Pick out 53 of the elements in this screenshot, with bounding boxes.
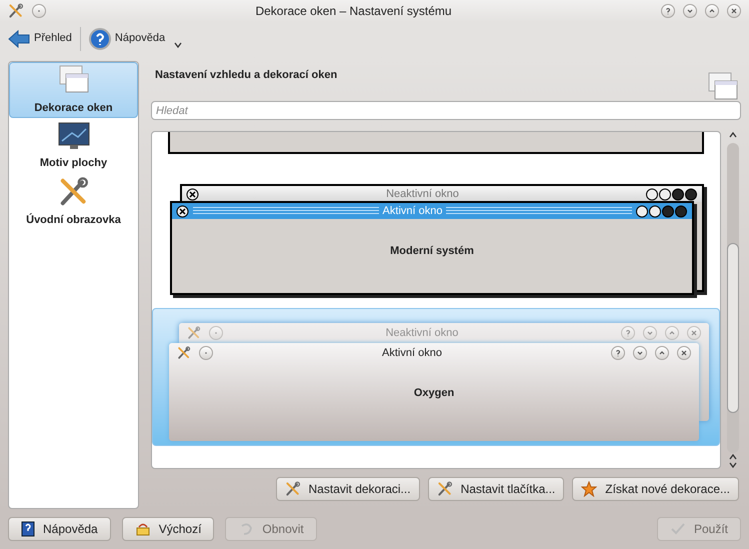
decoration-item[interactable]: Neaktivní okno Aktivní okno Moderní systém xyxy=(152,184,720,308)
help-icon[interactable] xyxy=(621,326,635,340)
close-icon[interactable] xyxy=(727,4,741,18)
tools-icon xyxy=(8,2,24,19)
button[interactable]: Získat nové dekorace... xyxy=(572,477,739,502)
title-buttons-icon xyxy=(636,204,688,218)
help-icon xyxy=(88,28,111,50)
check-icon xyxy=(670,522,686,536)
window-title: Dekorace oken – Nastavení systému xyxy=(254,2,453,20)
close-icon xyxy=(176,204,189,218)
help-book-icon xyxy=(21,521,35,538)
scrollbar[interactable] xyxy=(725,131,741,470)
minimize-icon[interactable] xyxy=(683,4,697,18)
search-field[interactable]: Hledat xyxy=(151,101,741,120)
tools-icon xyxy=(187,326,201,340)
button[interactable]: Nastavit tlačítka... xyxy=(428,477,564,502)
decoration-item[interactable]: Neaktivní okno Aktivní okno Oxygen xyxy=(152,308,720,446)
scroll-up-icon[interactable] xyxy=(728,131,738,140)
minimize-icon[interactable] xyxy=(643,326,657,340)
maximize-icon[interactable] xyxy=(655,346,669,360)
window-title: Aktivní okno xyxy=(381,346,443,362)
scroll-up-icon[interactable] xyxy=(728,453,738,462)
page-heading: Nastavení vzhledu a dekorací oken xyxy=(154,68,338,84)
decoration-name: Oxygen xyxy=(412,386,456,402)
help-icon[interactable] xyxy=(661,4,675,18)
monitor-icon xyxy=(58,121,90,152)
close-icon xyxy=(186,188,199,201)
toolbar-button[interactable]: Nápověda xyxy=(88,28,166,50)
maximize-icon[interactable] xyxy=(705,4,719,18)
scroll-down-icon[interactable] xyxy=(728,461,738,470)
window-title: Neaktivní okno xyxy=(384,326,460,342)
button[interactable]: Nápověda xyxy=(8,517,111,542)
sidebar-item[interactable]: Dekorace oken xyxy=(9,62,138,118)
star-icon xyxy=(581,481,598,498)
wrench-icon xyxy=(284,481,301,498)
minimize-icon[interactable] xyxy=(633,346,647,360)
back-arrow-icon xyxy=(8,30,30,48)
button[interactable]: Nastavit dekoraci... xyxy=(276,477,420,502)
button[interactable]: Výchozí xyxy=(122,517,214,542)
maximize-icon[interactable] xyxy=(665,326,679,340)
window-title: Aktivní okno xyxy=(382,204,442,220)
help-icon[interactable] xyxy=(611,346,625,360)
close-icon[interactable] xyxy=(687,326,701,340)
toolbar-button[interactable]: Přehled xyxy=(8,30,72,48)
sidebar-item[interactable]: Úvodní obrazovka xyxy=(9,174,138,230)
sidebar-item[interactable]: Motiv plochy xyxy=(9,118,138,174)
decoration-name: Moderní systém xyxy=(389,244,475,260)
title-buttons-icon xyxy=(646,188,698,201)
close-icon[interactable] xyxy=(677,346,691,360)
tools-icon xyxy=(58,176,90,208)
tools-icon xyxy=(177,346,191,360)
wrench-icon xyxy=(436,481,453,498)
window-title: Neaktivní okno xyxy=(385,187,460,202)
